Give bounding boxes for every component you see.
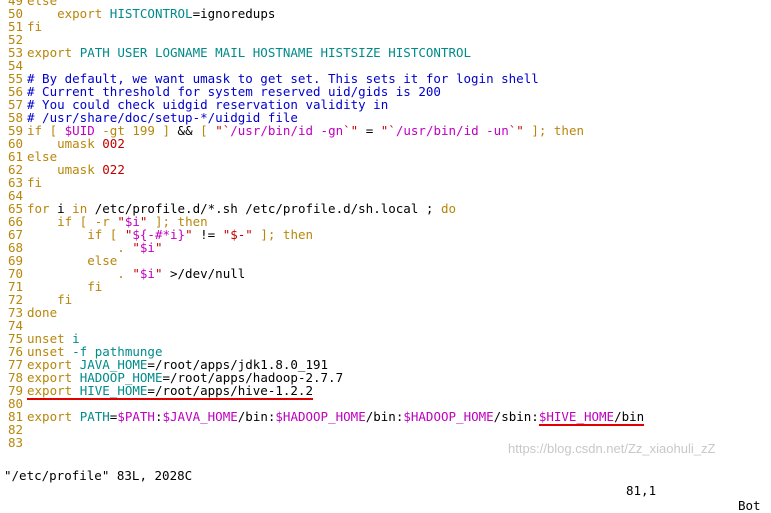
code-line[interactable]: 62 umask 022	[0, 163, 771, 176]
code-token: PATH	[79, 409, 110, 424]
line-text: done	[27, 306, 763, 319]
code-token: &&	[177, 123, 201, 138]
code-line[interactable]: 79 export HIVE_HOME=/root/apps/hive-1.2.2	[0, 383, 771, 400]
line-text: else	[27, 150, 763, 163]
code-token: =	[358, 123, 381, 138]
code-line[interactable]: 72 fi	[0, 293, 771, 306]
code-token: export	[27, 383, 80, 398]
code-token: done	[27, 305, 58, 320]
line-text: fi	[27, 20, 763, 33]
code-token: $i	[139, 240, 155, 255]
code-token: fi	[27, 19, 43, 34]
code-token: =/root/apps/hive-1.2.2	[147, 383, 313, 398]
code-token: $JAVA_HOME	[162, 409, 238, 424]
code-token: [	[200, 123, 216, 138]
cursor-position: 81,1	[626, 483, 657, 498]
line-text: fi	[27, 280, 763, 293]
code-token: $HADOOP_HOME	[403, 409, 494, 424]
code-token: /bin:	[237, 409, 276, 424]
code-token: ]; then	[252, 227, 314, 242]
code-line[interactable]: 50 export HISTCONTROL=ignoredups	[0, 7, 771, 20]
code-token: "	[185, 227, 193, 242]
scroll-position: Bot	[738, 498, 761, 513]
code-token: $i	[139, 266, 155, 281]
code-token: `"	[343, 123, 359, 138]
line-text: export PATH=$PATH:$JAVA_HOME/bin:$HADOOP…	[27, 409, 763, 426]
code-line[interactable]: 70 . "$i" >/dev/null	[0, 267, 771, 280]
code-token: 022	[102, 162, 125, 177]
line-text: export HIVE_HOME=/root/apps/hive-1.2.2	[27, 383, 763, 400]
code-token: ]; then	[523, 123, 585, 138]
line-text: umask 022	[27, 163, 763, 176]
line-text: export HISTCONTROL=ignoredups	[27, 7, 763, 20]
code-line[interactable]: 63 fi	[0, 176, 771, 189]
vim-status-line: "/etc/profile" 83L, 2028C 81,1 Bot	[0, 453, 771, 513]
code-line[interactable]: 53 export PATH USER LOGNAME MAIL HOSTNAME…	[0, 46, 771, 59]
line-text: export PATH USER LOGNAME MAIL HOSTNAME H…	[27, 46, 763, 59]
code-token: "`	[380, 123, 396, 138]
code-token: >/dev/null	[162, 266, 246, 281]
code-line[interactable]: 74	[0, 319, 771, 332]
code-token: HISTCONTROL	[109, 6, 193, 21]
code-token: "	[154, 240, 163, 255]
code-line[interactable]: 73 done	[0, 306, 771, 319]
line-text: . "$i"	[27, 241, 763, 254]
code-token: do	[440, 201, 456, 216]
code-token: "	[132, 240, 140, 255]
code-token: PATH USER LOGNAME MAIL HOSTNAME HISTSIZE…	[79, 45, 472, 60]
line-text: fi	[27, 176, 763, 189]
code-line[interactable]: 82	[0, 423, 771, 436]
vim-editor-buffer[interactable]: 49 else 50 export HISTCONTROL=ignoredups 51…	[0, 0, 771, 449]
code-token: /usr/bin/id -gn	[230, 123, 344, 138]
line-number: 83	[8, 435, 24, 450]
code-token: !=	[192, 227, 223, 242]
code-token: `"	[508, 123, 524, 138]
code-line[interactable]: 81 export PATH=$PATH:$JAVA_HOME/bin:$HADO…	[0, 409, 771, 426]
code-token: 002	[102, 136, 125, 151]
code-token: fi	[27, 175, 43, 190]
code-line[interactable]: 60 umask 002	[0, 137, 771, 150]
code-token: :	[154, 409, 163, 424]
code-token: "`	[215, 123, 231, 138]
code-token: export	[27, 45, 80, 60]
line-text: . "$i" >/dev/null	[27, 267, 763, 280]
line-text: fi	[27, 293, 763, 306]
code-token: $PATH	[117, 409, 155, 424]
code-token: /bin:	[365, 409, 404, 424]
file-info: "/etc/profile" 83L, 2028C	[4, 468, 193, 483]
code-token: "	[132, 266, 140, 281]
code-token: /sbin:	[493, 409, 539, 424]
code-token: $HADOOP_HOME	[275, 409, 366, 424]
code-token: HIVE_HOME	[79, 383, 148, 398]
code-token: export	[27, 409, 80, 424]
code-token: /usr/bin/id -un	[395, 123, 509, 138]
line-text: umask 002	[27, 137, 763, 150]
line-text: if [ $UID -gt 199 ] && [ "`/usr/bin/id -…	[27, 124, 763, 137]
code-token: "$-"	[222, 227, 253, 242]
code-line[interactable]: 71 fi	[0, 280, 771, 293]
code-token: =ignoredups	[192, 6, 276, 21]
code-line[interactable]: 51 fi	[0, 20, 771, 33]
